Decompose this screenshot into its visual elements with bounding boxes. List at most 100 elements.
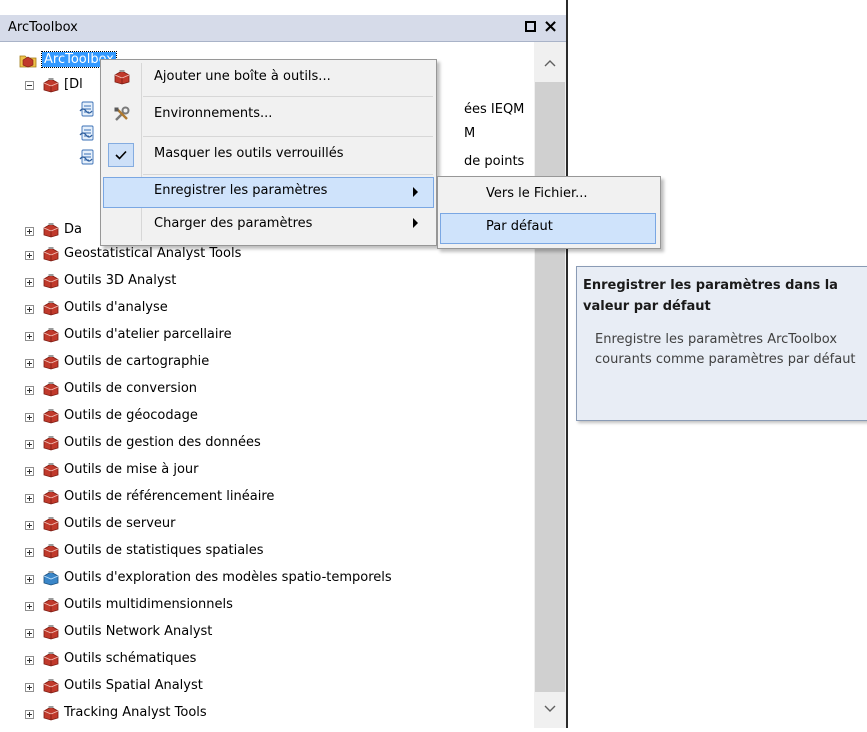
tooltip-title: Enregistrer les paramètres dans la valeu…: [583, 278, 838, 314]
toolbox-folder-icon: [19, 55, 37, 68]
submenu-arrow-icon: [413, 218, 418, 228]
expand-icon[interactable]: [25, 278, 34, 287]
expand-icon[interactable]: [25, 548, 34, 557]
tree-item[interactable]: Outils d'analyse: [0, 297, 534, 321]
tree-item-label: Outils de serveur: [64, 516, 176, 531]
tree-item-label: Outils d'exploration des modèles spatio-…: [64, 570, 392, 585]
expand-icon[interactable]: [25, 656, 34, 665]
menu-item-add-toolbox[interactable]: Ajouter une boîte à outils...: [103, 63, 434, 94]
script-tool-icon: [78, 125, 96, 141]
expand-icon[interactable]: [25, 305, 34, 314]
panel-title: ArcToolbox: [8, 20, 78, 35]
toolbox-icon: [42, 678, 60, 694]
expand-icon[interactable]: [25, 440, 34, 449]
toolbox-icon: [113, 69, 131, 85]
tree-item[interactable]: Outils de géocodage: [0, 405, 534, 429]
panel-border: [566, 0, 568, 728]
expand-icon[interactable]: [25, 227, 34, 236]
chevron-up-icon: [544, 60, 556, 67]
expand-icon[interactable]: [25, 251, 34, 260]
tree-item[interactable]: Outils de gestion des données: [0, 432, 534, 456]
toolbox-icon: [42, 624, 60, 640]
vertical-scrollbar[interactable]: [534, 42, 566, 728]
toolbox-icon: [42, 273, 60, 289]
tree-item-label-suffix: M: [464, 126, 476, 141]
tree-item[interactable]: Outils de statistiques spatiales: [0, 540, 534, 564]
menu-item-load-settings[interactable]: Charger des paramètres: [103, 210, 434, 241]
spatiotemporal-toolbox-icon: [43, 571, 59, 586]
expand-icon[interactable]: [25, 521, 34, 530]
toolbox-icon: [42, 651, 60, 667]
expand-icon[interactable]: [25, 494, 34, 503]
save-settings-submenu: Vers le Fichier... Par défaut: [437, 176, 661, 249]
toolbox-icon: [42, 705, 60, 721]
tree-item-label: Outils multidimensionnels: [64, 597, 233, 612]
tree-item[interactable]: Outils Spatial Analyst: [0, 675, 534, 699]
checkmark-box: [108, 143, 134, 167]
tree-item[interactable]: Outils de référencement linéaire: [0, 486, 534, 510]
scrollbar-thumb[interactable]: [535, 82, 565, 692]
collapse-icon[interactable]: [25, 81, 34, 90]
menu-item-label: Masquer les outils verrouillés: [154, 146, 344, 161]
scroll-down-button[interactable]: [534, 692, 566, 728]
scroll-up-button[interactable]: [534, 42, 566, 82]
script-tool-icon: [78, 149, 96, 165]
tree-item[interactable]: Outils de cartographie: [0, 351, 534, 375]
toolbox-icon: [42, 327, 60, 343]
tree-item[interactable]: Outils de serveur: [0, 513, 534, 537]
tree-item-label: Outils d'analyse: [64, 300, 168, 315]
tree-item-label-suffix: de points: [464, 154, 525, 168]
submenu-arrow-icon: [413, 187, 418, 197]
expand-icon[interactable]: [25, 629, 34, 638]
menu-item-label: Enregistrer les paramètres: [154, 183, 328, 198]
submenu-item-to-file[interactable]: Vers le Fichier...: [440, 180, 656, 211]
expand-icon[interactable]: [25, 683, 34, 692]
script-tool-icon: [78, 101, 96, 117]
menu-separator: [143, 136, 433, 137]
toolbox-icon: [42, 597, 60, 613]
tree-item[interactable]: Outils de mise à jour: [0, 459, 534, 483]
toolbox-icon: [42, 462, 60, 478]
tree-item-label-suffix: ées IEQM: [464, 102, 525, 117]
tree-item-label: Outils de conversion: [64, 381, 198, 396]
tree-item[interactable]: Outils 3D Analyst: [0, 270, 534, 294]
tree-item[interactable]: Outils d'atelier parcellaire: [0, 324, 534, 348]
expand-icon[interactable]: [25, 413, 34, 422]
expand-icon[interactable]: [25, 467, 34, 476]
toolbox-icon: [42, 246, 60, 262]
close-icon[interactable]: ×: [543, 15, 558, 39]
tree-item-label: Outils 3D Analyst: [64, 273, 177, 288]
tree-item-label: Outils de géocodage: [64, 408, 198, 423]
submenu-item-default[interactable]: Par défaut: [440, 213, 656, 244]
panel-title-bar[interactable]: ArcToolbox ×: [0, 15, 566, 42]
toolbox-icon: [42, 543, 60, 559]
tree-item[interactable]: Outils multidimensionnels: [0, 594, 534, 618]
tree-item[interactable]: Outils schématiques: [0, 648, 534, 672]
menu-item-environments[interactable]: Environnements...: [103, 100, 434, 131]
tree-item[interactable]: Outils d'exploration des modèles spatio-…: [0, 567, 534, 591]
tree-item-label: Outils schématiques: [64, 651, 197, 666]
expand-icon[interactable]: [25, 332, 34, 341]
tree-item-label: Da: [64, 222, 82, 237]
menu-separator: [143, 96, 433, 97]
menu-item-hide-locked-tools[interactable]: Masquer les outils verrouillés: [103, 140, 434, 171]
tools-icon: [114, 106, 130, 121]
toolbox-icon: [42, 300, 60, 316]
expand-icon[interactable]: [25, 710, 34, 719]
tree-item-label: Outils de gestion des données: [64, 435, 261, 450]
toolbox-icon: [42, 77, 60, 93]
toolbox-icon: [42, 516, 60, 532]
expand-icon[interactable]: [25, 386, 34, 395]
tree-item-label: Tracking Analyst Tools: [64, 705, 207, 720]
menu-item-save-settings[interactable]: Enregistrer les paramètres: [103, 177, 434, 208]
expand-icon[interactable]: [25, 575, 34, 584]
toolbox-icon: [42, 489, 60, 505]
tree-item[interactable]: Outils Network Analyst: [0, 621, 534, 645]
float-window-icon[interactable]: [525, 21, 536, 32]
tree-item[interactable]: Tracking Analyst Tools: [0, 702, 534, 726]
expand-icon[interactable]: [25, 359, 34, 368]
expand-icon[interactable]: [25, 602, 34, 611]
menu-item-label: Charger des paramètres: [154, 216, 313, 231]
tree-item[interactable]: Outils de conversion: [0, 378, 534, 402]
tree-item-label: Outils Network Analyst: [64, 624, 213, 639]
